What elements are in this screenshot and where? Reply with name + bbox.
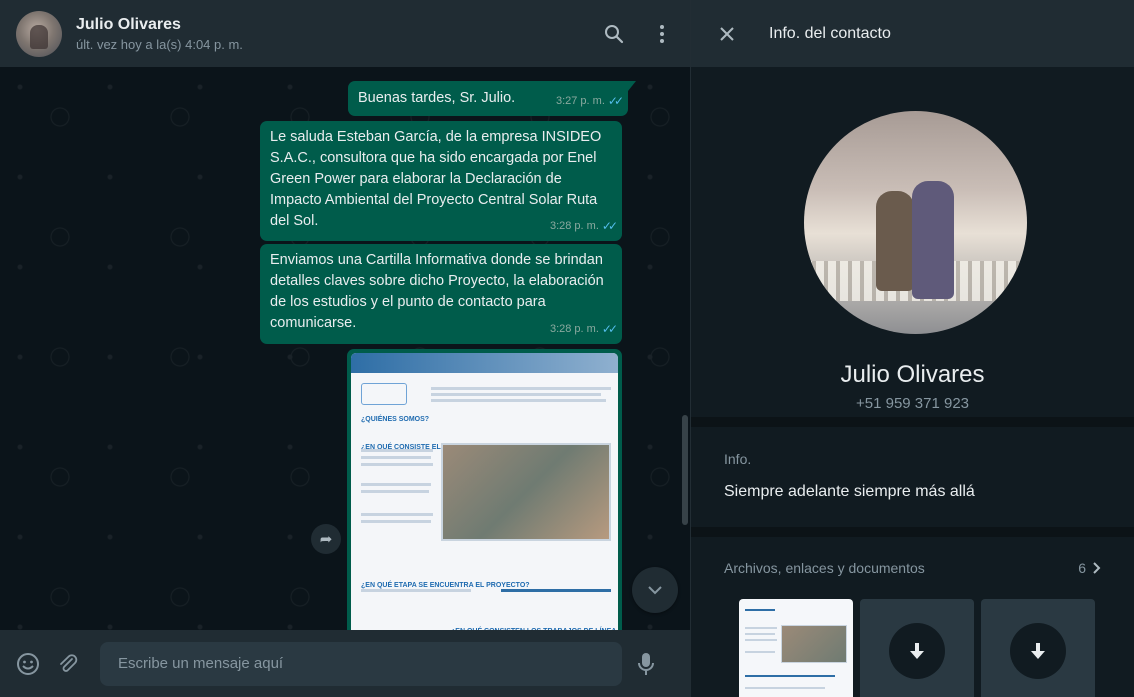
message-input[interactable] (100, 641, 622, 686)
thumbnail-line (745, 651, 775, 653)
document-line (361, 490, 429, 493)
photo-person (876, 191, 914, 291)
message-time: 3:27 p. m. (555, 95, 605, 107)
document-timeline (501, 589, 611, 592)
read-ticks-icon: ✓✓ (601, 322, 618, 336)
document-preview-image[interactable]: ¿QUIÉNES SOMOS? ¿EN QUÉ CONSISTE EL PROY… (351, 353, 618, 630)
thumbnail-line (745, 633, 775, 635)
message-bubble[interactable]: Enviamos una Cartilla Informativa donde … (260, 244, 622, 344)
chevron-down-icon[interactable] (632, 567, 678, 613)
thumbnail-line (745, 675, 835, 677)
thumbnail-line (745, 627, 777, 629)
contact-info-title: Info. del contacto (769, 24, 891, 42)
chat-pane: Julio Olivares últ. vez hoy a la(s) 4:04… (0, 0, 690, 697)
document-people-icon (361, 383, 407, 405)
about-section: Info. Siempre adelante siempre más allá (691, 427, 1134, 527)
close-icon[interactable] (715, 22, 739, 46)
thumbnail-line (745, 687, 825, 689)
message-meta: 3:28 p. m. ✓✓ (549, 216, 618, 237)
document-line (361, 520, 431, 523)
thumbnail-line (745, 639, 777, 641)
files-section: Archivos, enlaces y documentos 6 (691, 537, 1134, 697)
thumbnail-line (745, 609, 775, 611)
thumbnail-map (781, 625, 847, 663)
profile-name: Julio Olivares (840, 361, 985, 388)
message-list[interactable]: Buenas tardes, Sr. Julio. 3:27 p. m. ✓✓ … (0, 67, 690, 630)
search-icon[interactable] (602, 22, 626, 46)
section-divider (691, 527, 1134, 537)
scrollbar[interactable] (682, 415, 688, 525)
document-heading: ¿EN QUÉ CONSISTEN LOS TRABAJOS DE LÍNEA … (451, 621, 618, 630)
document-message[interactable]: ¿QUIÉNES SOMOS? ¿EN QUÉ CONSISTE EL PROY… (347, 349, 622, 630)
document-line (361, 449, 433, 452)
contact-info-header: Info. del contacto (691, 0, 1134, 67)
files-count: 6 (1078, 560, 1086, 576)
message-meta: 3:27 p. m. ✓✓ (555, 91, 624, 112)
document-line (431, 393, 601, 396)
files-label: Archivos, enlaces y documentos (724, 560, 925, 576)
attach-icon[interactable] (56, 652, 80, 676)
section-divider (691, 417, 1134, 427)
profile-photo[interactable] (804, 111, 1027, 334)
document-banner (351, 353, 618, 373)
document-map (441, 443, 611, 541)
download-icon[interactable] (889, 623, 945, 679)
message-bubble[interactable]: Buenas tardes, Sr. Julio. 3:27 p. m. ✓✓ (348, 81, 636, 116)
document-line (361, 456, 431, 459)
profile-section: Julio Olivares +51 959 371 923 (691, 67, 1134, 417)
media-thumbnail[interactable] (860, 599, 974, 697)
document-line (361, 483, 431, 486)
document-line (361, 463, 433, 466)
document-line (361, 589, 471, 592)
about-text: Siempre adelante siempre más allá (724, 483, 975, 500)
contact-name: Julio Olivares (76, 15, 181, 33)
forward-icon[interactable]: ➦ (311, 524, 341, 554)
chat-header[interactable]: Julio Olivares últ. vez hoy a la(s) 4:04… (0, 0, 690, 67)
document-heading: ¿EN QUÉ ETAPA SE ENCUENTRA EL PROYECTO? (361, 582, 530, 589)
profile-phone: +51 959 371 923 (855, 395, 970, 412)
download-icon[interactable] (1010, 623, 1066, 679)
photo-person (912, 181, 954, 299)
document-line (361, 513, 433, 516)
emoji-icon[interactable] (16, 652, 40, 676)
document-line (431, 399, 606, 402)
read-ticks-icon: ✓✓ (607, 94, 624, 108)
read-ticks-icon: ✓✓ (601, 219, 618, 233)
message-time: 3:28 p. m. (549, 323, 599, 335)
message-meta: 3:28 p. m. ✓✓ (549, 319, 618, 340)
contact-info-pane: Info. del contacto Julio Olivares +51 95… (690, 0, 1134, 697)
message-time: 3:28 p. m. (549, 220, 599, 232)
media-thumbnail[interactable] (981, 599, 1095, 697)
files-count-group: 6 (1078, 560, 1101, 576)
header-actions (602, 22, 674, 46)
document-heading: ¿QUIÉNES SOMOS? (361, 416, 430, 423)
microphone-icon[interactable] (634, 652, 658, 676)
media-thumbnails (739, 599, 1095, 697)
document-line (431, 387, 611, 390)
contact-header-text[interactable]: Julio Olivares últ. vez hoy a la(s) 4:04… (76, 16, 602, 52)
chevron-right-icon (1093, 562, 1101, 574)
contact-avatar[interactable] (16, 10, 62, 57)
menu-icon[interactable] (650, 22, 674, 46)
message-bubble[interactable]: Le saluda Esteban García, de la empresa … (260, 121, 622, 241)
message-composer (0, 630, 690, 697)
media-thumbnail-document[interactable] (739, 599, 853, 697)
about-label: Info. (724, 451, 752, 467)
whatsapp-window: Julio Olivares últ. vez hoy a la(s) 4:04… (0, 0, 1134, 697)
last-seen-status: últ. vez hoy a la(s) 4:04 p. m. (76, 36, 243, 52)
files-header[interactable]: Archivos, enlaces y documentos 6 (724, 537, 1101, 599)
